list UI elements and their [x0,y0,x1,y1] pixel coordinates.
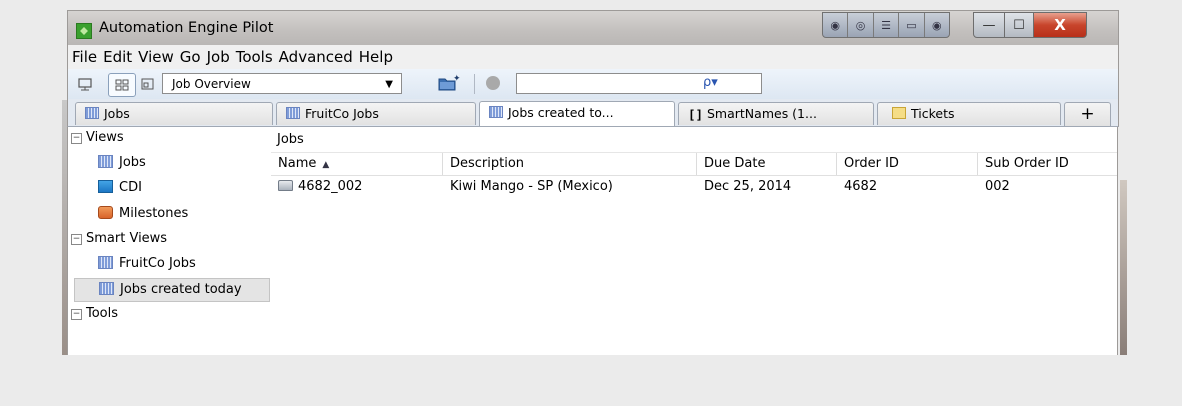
minimize-button[interactable]: — [973,12,1005,38]
job-folder-icon [278,180,293,191]
menu-help[interactable]: Help [356,48,396,66]
search-input[interactable]: ρ▾ [516,73,762,94]
window-title: Automation Engine Pilot [99,20,274,36]
menu-edit[interactable]: Edit [100,48,135,66]
tree-group-label: Smart Views [86,231,168,246]
jobs-icon [489,106,503,118]
sidebar-item-jobs-created-today[interactable]: Jobs created today [74,278,270,302]
tab-label: FruitCo Jobs [305,106,379,121]
toolbar-separator [474,74,475,94]
tab-label: Jobs created to... [508,105,614,120]
jobs-icon [99,282,114,295]
tree-group-tools[interactable]: − Tools [71,306,118,321]
milestones-icon [98,206,113,219]
jobs-icon [286,107,300,119]
search-icon[interactable]: ρ▾ [703,75,718,90]
sidebar-item-cdi[interactable]: CDI [98,180,142,195]
collapse-icon[interactable]: − [71,234,82,245]
jobs-icon [85,107,99,119]
monitor-icon[interactable]: ▭ [899,13,925,37]
status-icon[interactable]: ◉ [925,13,949,37]
svg-text:✦: ✦ [453,74,460,84]
tab-jobs-created-today[interactable]: Jobs created to... [479,101,675,126]
app-window: Automation Engine Pilot ◉ ◎ ☰ ▭ ◉ — ☐ X … [62,10,1127,355]
menu-bar: File Edit View Go Job Tools Advanced Hel… [67,45,1119,69]
add-tab-button[interactable]: + [1064,102,1111,126]
network-icon[interactable]: ◎ [848,13,874,37]
tree-group-label: Views [86,130,124,145]
jobs-icon [98,256,113,269]
titlebar-extra-buttons: ◉ ◎ ☰ ▭ ◉ [822,12,950,38]
tab-smartnames[interactable]: [] SmartNames (1... [678,102,874,125]
tab-jobs[interactable]: Jobs [75,102,273,125]
menu-go[interactable]: Go [177,48,204,66]
sidebar-item-label: Milestones [119,206,189,221]
table-row[interactable]: 4682_002 Kiwi Mango - SP (Mexico) Dec 25… [271,177,1117,197]
jobs-panel: Jobs Name ▲ Description Due Date Order ID… [271,127,1118,355]
tab-label: Tickets [911,106,955,121]
cell-description: Kiwi Mango - SP (Mexico) [450,179,613,194]
panel-title: Jobs [277,132,304,147]
view-select-value: Job Overview [172,77,251,91]
sidebar-item-jobs[interactable]: Jobs [98,155,146,170]
column-header-sub-order-id[interactable]: Sub Order ID [978,153,1117,175]
menu-advanced[interactable]: Advanced [276,48,356,66]
tab-fruitco-jobs[interactable]: FruitCo Jobs [276,102,476,125]
sidebar-item-label: CDI [119,180,142,195]
tree-group-smart-views[interactable]: − Smart Views [71,231,167,246]
new-folder-icon[interactable]: ✦ [438,74,461,92]
sidebar-tree: − Views Jobs CDI Milestones − Smart Views … [67,127,272,355]
column-header-name[interactable]: Name ▲ [271,153,443,175]
tab-label: SmartNames (1... [707,106,817,121]
menu-tools[interactable]: Tools [233,48,276,66]
caption-buttons: — ☐ X [973,12,1087,38]
remote-icon[interactable]: ◉ [823,13,849,37]
column-header-order-id[interactable]: Order ID [837,153,978,175]
menu-job[interactable]: Job [204,48,233,66]
sidebar-item-fruitco-jobs[interactable]: FruitCo Jobs [98,256,196,271]
toolbar: Job Overview ▼ ✦ ρ▾ [67,69,1119,99]
tickets-icon [892,107,906,119]
title-bar[interactable]: Automation Engine Pilot ◉ ◎ ☰ ▭ ◉ — ☐ X [67,10,1119,46]
sort-ascending-icon: ▲ [322,160,330,170]
panel-view-icon[interactable] [139,76,155,92]
queue-icon[interactable]: ☰ [874,13,900,37]
view-select[interactable]: Job Overview ▼ [162,73,402,94]
sidebar-item-label: Jobs created today [120,282,242,297]
cell-name: 4682_002 [271,177,443,197]
cell-sub-order-id: 002 [985,179,1010,194]
tab-label: Jobs [104,106,130,121]
cdi-icon [98,180,113,193]
chevron-down-icon: ▼ [385,79,393,90]
smartnames-icon: [] [688,107,704,122]
menu-file[interactable]: File [68,48,100,66]
maximize-button[interactable]: ☐ [1005,12,1034,38]
close-button[interactable]: X [1034,12,1087,38]
app-icon [76,23,92,39]
column-header-due-date[interactable]: Due Date [697,153,837,175]
tab-strip: Jobs FruitCo Jobs Jobs created to... [] S… [67,99,1119,127]
sidebar-item-label: FruitCo Jobs [119,256,196,271]
monitor-view-icon[interactable] [77,76,93,92]
tree-group-views[interactable]: − Views [71,130,124,145]
grid-view-icon[interactable] [108,73,136,97]
collapse-icon[interactable]: − [71,309,82,320]
menu-view[interactable]: View [135,48,177,66]
jobs-icon [98,155,113,168]
table-header: Name ▲ Description Due Date Order ID Sub … [271,152,1117,176]
column-header-description[interactable]: Description [443,153,697,175]
tab-tickets[interactable]: Tickets [877,102,1061,125]
cell-order-id: 4682 [844,179,878,194]
collapse-icon[interactable]: − [71,133,82,144]
info-icon[interactable] [486,76,500,90]
cell-due-date: Dec 25, 2014 [704,179,792,194]
sidebar-item-milestones[interactable]: Milestones [98,206,188,221]
sidebar-item-label: Jobs [119,155,146,170]
tree-group-label: Tools [86,306,119,321]
